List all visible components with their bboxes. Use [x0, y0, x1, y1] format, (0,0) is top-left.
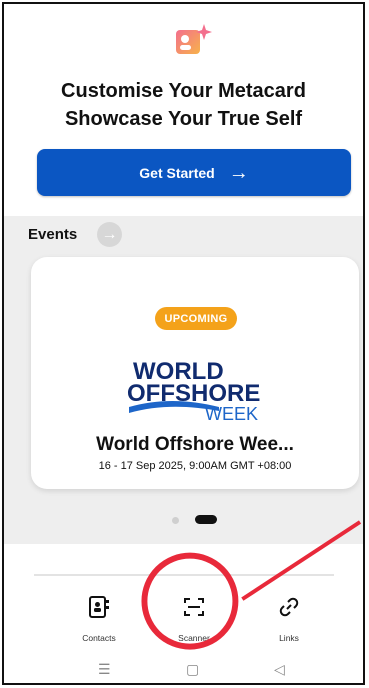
event-title: World Offshore Wee...	[96, 434, 294, 455]
status-badge: UPCOMING	[155, 307, 237, 330]
nav-item-scanner[interactable]: Scanner	[159, 589, 229, 647]
menu-icon[interactable]: ☰	[98, 661, 111, 678]
arrow-right-icon: →	[228, 161, 249, 184]
event-datetime: 16 - 17 Sep 2025, 9:00AM GMT +08:00	[98, 460, 292, 472]
home-icon[interactable]: ▢	[186, 661, 199, 678]
nav-label-links: Links	[279, 633, 299, 643]
get-started-label: Get Started	[139, 164, 215, 181]
event-card[interactable]: UPCOMING WORLD OFFSHORE WEEK World Offsh…	[31, 257, 359, 489]
nav-item-links[interactable]: Links	[254, 589, 324, 647]
events-title: Events	[28, 226, 78, 243]
divider	[34, 574, 334, 576]
headline-line-2: Showcase Your True Self	[64, 108, 303, 130]
nav-item-contacts[interactable]: Contacts	[64, 589, 134, 647]
brand-line-3: WEEK	[205, 404, 258, 424]
get-started-button[interactable]: Get Started →	[37, 149, 351, 196]
bottom-nav: Contacts Scanner Links	[4, 589, 363, 649]
header: Customise Your Metacard Showcase Your Tr…	[4, 4, 363, 216]
world-offshore-week-logo: WORLD OFFSHORE WEEK	[127, 358, 260, 424]
link-icon	[279, 597, 299, 617]
carousel-dot-active[interactable]	[195, 515, 217, 524]
back-icon[interactable]: ◁	[274, 661, 285, 678]
scanner-icon	[184, 598, 204, 616]
carousel-dot-inactive[interactable]	[172, 517, 179, 524]
system-nav-bar: ☰ ▢ ◁	[4, 656, 363, 682]
nav-label-contacts: Contacts	[82, 633, 116, 643]
headline: Customise Your Metacard Showcase Your Tr…	[4, 77, 363, 133]
events-next-arrow-icon[interactable]: →	[97, 222, 122, 247]
headline-line-1: Customise Your Metacard	[61, 80, 306, 102]
app-frame: Customise Your Metacard Showcase Your Tr…	[2, 2, 365, 685]
carousel-dots	[4, 515, 363, 525]
metacard-logo-icon	[176, 24, 212, 54]
contacts-icon	[89, 596, 109, 618]
nav-label-scanner: Scanner	[178, 633, 210, 643]
